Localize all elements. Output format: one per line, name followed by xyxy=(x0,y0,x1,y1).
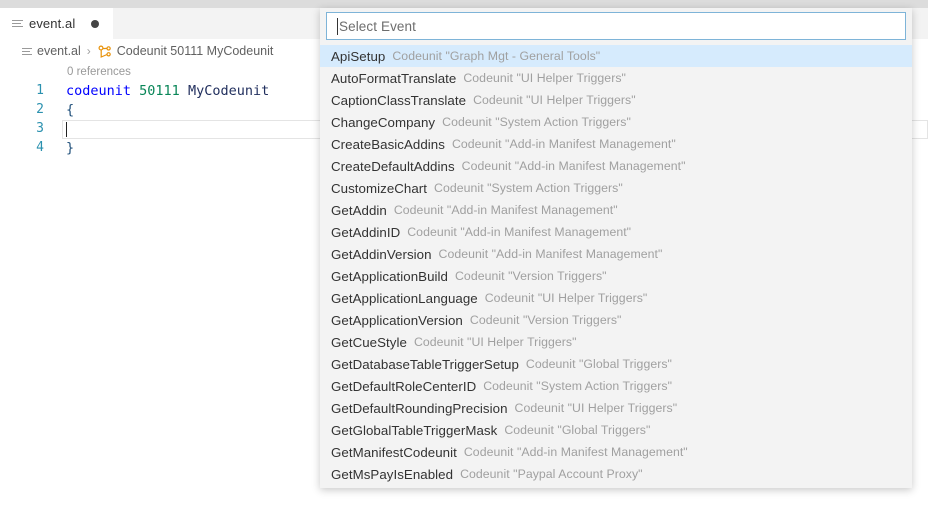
file-lines-icon xyxy=(11,17,24,30)
tab-event-al[interactable]: event.al xyxy=(0,8,113,39)
codeunit-symbol-icon xyxy=(97,45,112,59)
line-number: 3 xyxy=(36,121,44,136)
list-item[interactable]: GetCueStyle Codeunit "UI Helper Triggers" xyxy=(320,331,912,353)
list-item-name: AutoFormatTranslate xyxy=(331,70,457,86)
line-number: 1 xyxy=(36,83,44,98)
list-item-name: GetDefaultRoleCenterID xyxy=(331,378,477,394)
list-item-name: GetAddinID xyxy=(331,224,401,240)
list-item-detail: Codeunit "UI Helper Triggers" xyxy=(514,401,678,415)
select-event-placeholder: Select Event xyxy=(339,18,416,34)
list-item[interactable]: GetDefaultRoundingPrecision Codeunit "UI … xyxy=(320,397,912,419)
list-item[interactable]: GetApplicationVersion Codeunit "Version T… xyxy=(320,309,912,331)
list-item-name: CaptionClassTranslate xyxy=(331,92,467,108)
list-item[interactable]: GetDatabaseTableTriggerSetup Codeunit "Gl… xyxy=(320,353,912,375)
list-item-detail: Codeunit "Add-in Manifest Management" xyxy=(438,247,663,261)
list-item[interactable]: ApiSetup Codeunit "Graph Mgt - General To… xyxy=(320,45,912,67)
list-item-detail: Codeunit "System Action Triggers" xyxy=(434,181,623,195)
code-line-4[interactable]: } xyxy=(66,140,74,156)
list-item[interactable]: GetApplicationBuild Codeunit "Version Tri… xyxy=(320,265,912,287)
list-item-detail: Codeunit "Global Triggers" xyxy=(504,423,651,437)
list-item-detail: Codeunit "Add-in Manifest Management" xyxy=(463,445,688,459)
list-item-name: GetApplicationVersion xyxy=(331,312,463,328)
list-item-detail: Codeunit "Add-in Manifest Management" xyxy=(393,203,618,217)
list-item-detail: Codeunit "System Action Triggers" xyxy=(483,379,672,393)
list-item-name: GetApplicationBuild xyxy=(331,268,448,284)
list-item-name: GetAddinVersion xyxy=(331,246,432,262)
list-item-detail: Codeunit "UI Helper Triggers" xyxy=(413,335,577,349)
text-caret xyxy=(337,18,338,35)
list-item-name: GetMsPayIsEnabled xyxy=(331,466,454,482)
list-item[interactable]: GetManifestCodeunit Codeunit "Add-in Mani… xyxy=(320,441,912,463)
list-item-detail: Codeunit "Graph Mgt - General Tools" xyxy=(392,49,601,63)
list-item-name: GetAddin xyxy=(331,202,387,218)
event-picker-input-wrap: Select Event xyxy=(320,8,912,44)
event-picker-dropdown: Select Event ApiSetup Codeunit "Graph Mgt… xyxy=(320,8,912,488)
text-caret xyxy=(66,122,67,137)
file-lines-icon xyxy=(21,45,33,57)
list-item-name: CreateDefaultAddins xyxy=(331,158,455,174)
line-number: 4 xyxy=(36,140,44,155)
list-item-name: CustomizeChart xyxy=(331,180,428,196)
vscode-window: event.al event.al › Codeunit 50111 MyCod… xyxy=(0,0,928,506)
list-item-name: ChangeCompany xyxy=(331,114,436,130)
list-item-detail: Codeunit "UI Helper Triggers" xyxy=(463,71,626,85)
list-item-name: GetApplicationLanguage xyxy=(331,290,478,306)
list-item[interactable]: AutoFormatTranslate Codeunit "UI Helper T… xyxy=(320,67,912,89)
list-item-name: GetManifestCodeunit xyxy=(331,444,457,460)
list-item-name: GetGlobalTableTriggerMask xyxy=(331,422,498,438)
list-item-name: ApiSetup xyxy=(331,48,386,64)
token-keyword: codeunit xyxy=(66,83,132,99)
breadcrumb-file[interactable]: event.al xyxy=(37,44,81,58)
codelens-references[interactable]: 0 references xyxy=(67,66,131,78)
tab-label: event.al xyxy=(29,16,76,31)
list-item-detail: Codeunit "Global Triggers" xyxy=(525,357,672,371)
token-identifier: MyCodeunit xyxy=(187,83,270,99)
list-item-detail: Codeunit "Paypal Account Proxy" xyxy=(460,467,643,481)
code-line-1[interactable]: codeunit 50111 MyCodeunit xyxy=(66,83,269,99)
list-item[interactable]: CreateDefaultAddins Codeunit "Add-in Mani… xyxy=(320,155,912,177)
chevron-right-icon: › xyxy=(86,43,91,58)
list-item[interactable]: GetDefaultRoleCenterID Codeunit "System A… xyxy=(320,375,912,397)
list-item-detail: Codeunit "Add-in Manifest Management" xyxy=(451,137,676,151)
list-item-detail: Codeunit "Add-in Manifest Management" xyxy=(407,225,632,239)
list-item-detail: Codeunit "Version Triggers" xyxy=(469,313,622,327)
list-item[interactable]: CaptionClassTranslate Codeunit "UI Helper… xyxy=(320,89,912,111)
list-item-name: GetDefaultRoundingPrecision xyxy=(331,400,508,416)
list-item[interactable]: GetAddinVersion Codeunit "Add-in Manifest… xyxy=(320,243,912,265)
token-number: 50111 xyxy=(139,83,180,99)
list-item-detail: Codeunit "UI Helper Triggers" xyxy=(484,291,648,305)
list-item[interactable]: CreateBasicAddins Codeunit "Add-in Manife… xyxy=(320,133,912,155)
unsaved-dot-icon[interactable] xyxy=(91,19,100,28)
event-list[interactable]: ApiSetup Codeunit "Graph Mgt - General To… xyxy=(320,45,912,488)
list-item[interactable]: ChangeCompany Codeunit "System Action Tri… xyxy=(320,111,912,133)
code-line-2[interactable]: { xyxy=(66,102,74,118)
list-item-name: CreateBasicAddins xyxy=(331,136,445,152)
select-event-input[interactable]: Select Event xyxy=(326,12,906,40)
list-item-detail: Codeunit "System Action Triggers" xyxy=(442,115,631,129)
list-item-name: GetDatabaseTableTriggerSetup xyxy=(331,356,519,372)
list-item-name: GetCueStyle xyxy=(331,334,407,350)
list-item[interactable]: GetApplicationLanguage Codeunit "UI Helpe… xyxy=(320,287,912,309)
line-number: 2 xyxy=(36,102,44,117)
list-item[interactable]: GetAddin Codeunit "Add-in Manifest Manage… xyxy=(320,199,912,221)
list-item-detail: Codeunit "UI Helper Triggers" xyxy=(473,93,636,107)
list-item[interactable]: GetAddinID Codeunit "Add-in Manifest Mana… xyxy=(320,221,912,243)
breadcrumb-symbol[interactable]: Codeunit 50111 MyCodeunit xyxy=(117,44,274,58)
list-item-detail: Codeunit "Add-in Manifest Management" xyxy=(461,159,686,173)
list-item[interactable]: GetMsPayIsEnabled Codeunit "Paypal Accoun… xyxy=(320,463,912,485)
list-item-detail: Codeunit "Version Triggers" xyxy=(455,269,607,283)
title-bar-strip xyxy=(0,0,928,8)
list-item[interactable]: CustomizeChart Codeunit "System Action Tr… xyxy=(320,177,912,199)
list-item[interactable]: GetGlobalTableTriggerMask Codeunit "Globa… xyxy=(320,419,912,441)
